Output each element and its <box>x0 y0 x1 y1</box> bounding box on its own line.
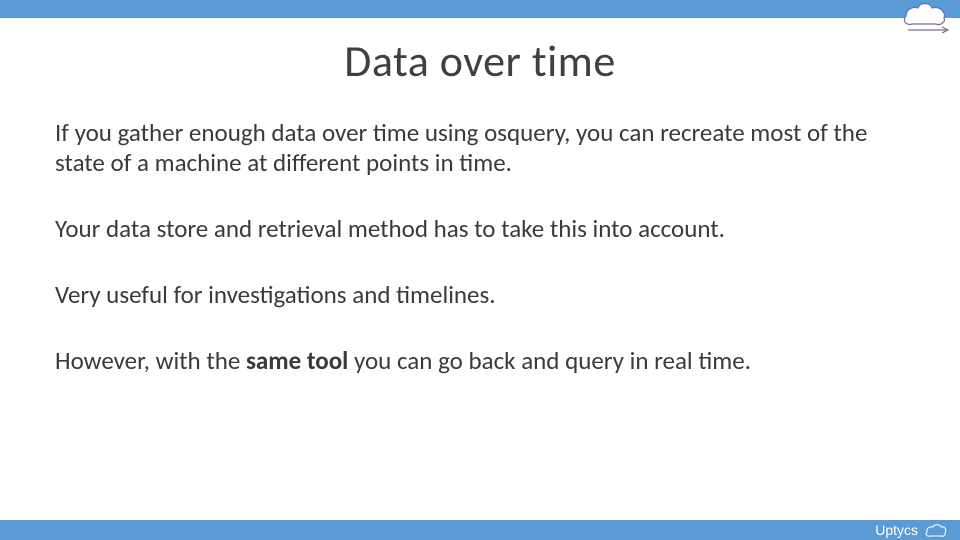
body-paragraph-4-pre: However, with the <box>55 345 246 376</box>
brand-name: Uptycs <box>875 522 918 538</box>
body-paragraph-4: However, with the same tool you can go b… <box>55 346 905 376</box>
body-paragraph-2: Your data store and retrieval method has… <box>55 214 905 244</box>
body-paragraph-1: If you gather enough data over time usin… <box>55 118 905 178</box>
cloud-arrow-icon <box>896 0 952 36</box>
cloud-icon <box>922 522 948 538</box>
slide-title: Data over time <box>0 34 960 88</box>
body-paragraph-4-bold: same tool <box>246 345 348 376</box>
brand-block: Uptycs <box>875 520 948 540</box>
top-accent-bar <box>0 0 960 18</box>
slide-body: If you gather enough data over time usin… <box>55 118 905 412</box>
body-paragraph-3: Very useful for investigations and timel… <box>55 280 905 310</box>
body-paragraph-4-post: you can go back and query in real time. <box>348 345 751 376</box>
bottom-accent-bar <box>0 520 960 540</box>
